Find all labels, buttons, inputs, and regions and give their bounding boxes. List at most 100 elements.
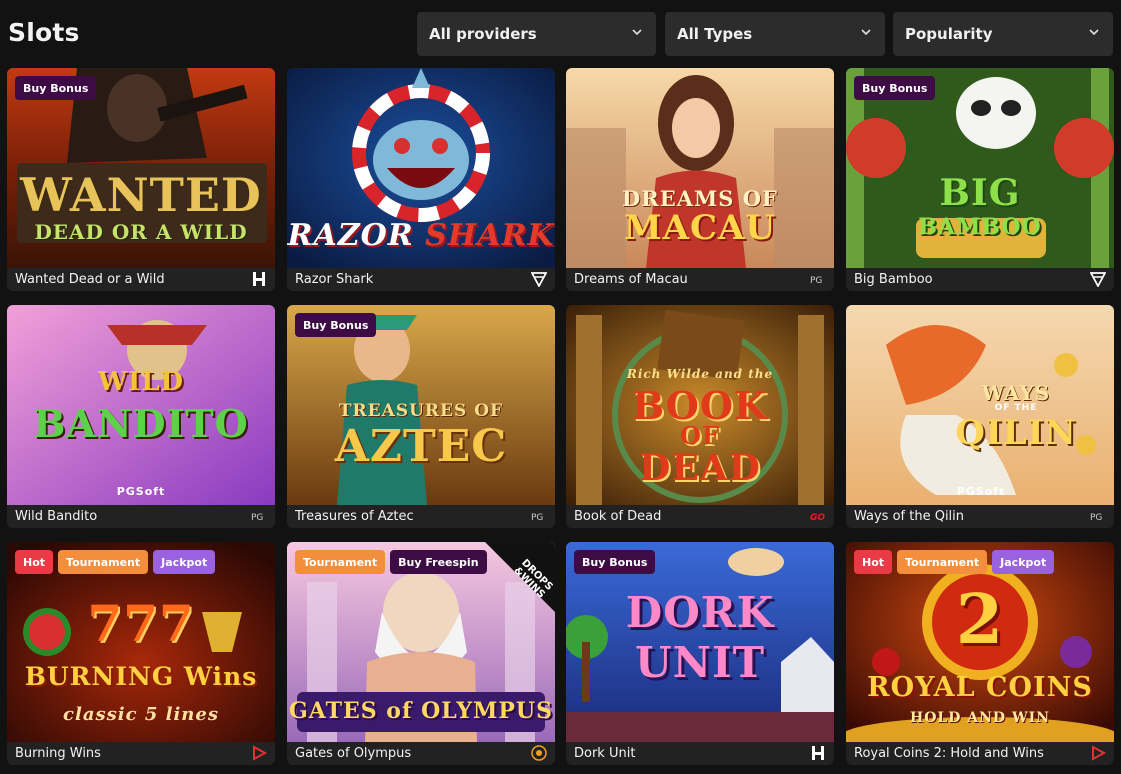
svg-text:PG: PG — [810, 276, 822, 286]
pg-soft-icon: PG — [251, 513, 263, 523]
badges: Hot Tournament Jackpot — [854, 550, 1055, 574]
hot-badge: Hot — [854, 550, 893, 574]
game-card-dork-unit[interactable]: DORK UNIT Buy Bonus Dork Unit — [566, 542, 834, 765]
buy-bonus-badge: Buy Bonus — [295, 313, 377, 337]
game-logo-subtitle: HOLD AND WIN — [909, 710, 1051, 726]
pg-soft-icon: PG — [1090, 513, 1102, 523]
game-logo-text: BURNING Wins — [24, 662, 258, 691]
game-logo-text: GATES of OLYMPUS — [288, 698, 554, 724]
sort-dropdown[interactable]: Popularity — [893, 12, 1113, 56]
game-logo-caption: Rich Wilde and the — [626, 367, 774, 381]
game-logo-777: 777 — [87, 594, 195, 653]
badges: Buy Bonus — [15, 76, 97, 100]
game-card-razor-shark[interactable]: RAZOR SHARK Razor Shark — [287, 68, 555, 291]
types-filter-label: All Types — [677, 25, 753, 43]
buy-bonus-badge: Buy Bonus — [854, 76, 936, 100]
types-filter-dropdown[interactable]: All Types — [665, 12, 885, 56]
game-card-treasures-of-aztec[interactable]: TREASURES OF AZTEC Buy Bonus Treasures o… — [287, 305, 555, 528]
game-logo-subtitle: classic 5 lines — [63, 704, 219, 725]
svg-text:PG: PG — [1090, 513, 1102, 523]
game-logo-text: BIG — [939, 172, 1021, 214]
buy-bonus-badge: Buy Bonus — [15, 76, 97, 100]
providers-filter-dropdown[interactable]: All providers — [417, 12, 656, 56]
game-logo-text: WANTED — [20, 168, 262, 222]
game-card-big-bamboo[interactable]: BIG BAMBOO Buy Bonus Big Bamboo — [846, 68, 1114, 291]
game-title: Wild Bandito — [7, 505, 275, 528]
pg-soft-icon: PG — [810, 276, 822, 286]
playson-icon — [253, 745, 267, 761]
game-logo-text: DORK — [625, 588, 775, 637]
tournament-badge: Tournament — [58, 550, 149, 574]
tournament-badge: Tournament — [295, 550, 386, 574]
game-logo-subtitle: DEAD — [639, 447, 761, 489]
pgsoft-watermark: PGSoft — [116, 485, 166, 498]
badges: Hot Tournament Jackpot — [15, 550, 216, 574]
game-logo-subtitle: QILIN — [955, 413, 1077, 453]
game-logo-subtitle: DEAD OR A WILD — [34, 220, 248, 244]
playson-icon — [1092, 745, 1106, 761]
game-logo-subtitle: BANDITO — [33, 401, 249, 446]
game-title: Ways of the Qilin — [846, 505, 1114, 528]
game-card-wanted-dead-or-a-wild[interactable]: WANTED DEAD OR A WILD Buy Bonus Wanted D… — [7, 68, 275, 291]
game-card-wild-bandito[interactable]: WILD BANDITO PGSoft Wild Bandito PG — [7, 305, 275, 528]
chevron-down-icon — [861, 29, 871, 36]
chevron-down-icon — [1089, 29, 1099, 36]
game-logo-text: TREASURES OF — [338, 401, 504, 421]
game-title: Gates of Olympus — [287, 742, 555, 765]
game-title: Dork Unit — [566, 742, 834, 765]
badges: Tournament Buy Freespin — [295, 550, 487, 574]
logo-word-1: RAZOR — [287, 218, 414, 253]
buy-bonus-badge: Buy Bonus — [574, 550, 656, 574]
game-title: Book of Dead — [566, 505, 834, 528]
game-logo-subtitle: BAMBOO — [918, 214, 1042, 240]
hacksaw-icon — [253, 272, 265, 286]
page-title: Slots — [8, 18, 80, 47]
game-logo-text: WAYS — [981, 381, 1051, 405]
push-gaming-icon — [531, 272, 547, 287]
jackpot-badge: Jackpot — [992, 550, 1055, 574]
svg-text:PG: PG — [531, 513, 543, 523]
badges: Buy Bonus — [854, 76, 936, 100]
tournament-badge: Tournament — [897, 550, 988, 574]
chevron-down-icon — [632, 29, 642, 36]
pg-soft-icon: PG — [531, 513, 543, 523]
game-title: Big Bamboo — [846, 268, 1114, 291]
hot-badge: Hot — [15, 550, 54, 574]
game-logo-number: 2 — [955, 580, 1005, 660]
game-logo-text: RAZOR SHARK — [287, 218, 555, 253]
game-logo-text: ROYAL COINS — [867, 672, 1093, 703]
game-card-book-of-dead[interactable]: Rich Wilde and the BOOK OF DEAD Book of … — [566, 305, 834, 528]
play-n-go-icon: GO — [810, 513, 825, 523]
game-title: Wanted Dead or a Wild — [7, 268, 275, 291]
badges: Buy Bonus — [574, 550, 656, 574]
hacksaw-icon — [812, 746, 824, 760]
game-logo-text: WILD — [97, 367, 185, 397]
logo-word-2: SHARK — [425, 218, 555, 253]
game-card-burning-wins[interactable]: 777 BURNING Wins classic 5 lines Hot Tou… — [7, 542, 275, 765]
badges: Buy Bonus — [295, 313, 377, 337]
game-logo-subtitle: MACAU — [623, 208, 777, 248]
pragmatic-play-icon — [531, 745, 547, 761]
game-title: Treasures of Aztec — [287, 505, 555, 528]
game-title: Burning Wins — [7, 742, 275, 765]
game-card-gates-of-olympus[interactable]: DROPS &WINS GATES of OLYMPUS Tournament … — [287, 542, 555, 765]
game-logo-subtitle: AZTEC — [334, 421, 508, 472]
page-header: Slots All providers All Types Popularity — [0, 0, 1121, 60]
game-title: Razor Shark — [287, 268, 555, 291]
game-card-royal-coins-2[interactable]: 2 ROYAL COINS HOLD AND WIN Hot Tournamen… — [846, 542, 1114, 765]
game-title: Royal Coins 2: Hold and Wins — [846, 742, 1114, 765]
game-card-ways-of-the-qilin[interactable]: WAYS OF THE QILIN PGSoft Ways of the Qil… — [846, 305, 1114, 528]
game-logo-of: OF — [680, 421, 720, 450]
push-gaming-icon — [1090, 272, 1106, 287]
svg-text:GO: GO — [810, 513, 825, 523]
game-card-dreams-of-macau[interactable]: DREAMS OF MACAU Dreams of Macau PG — [566, 68, 834, 291]
game-logo-subtitle: UNIT — [635, 638, 765, 687]
providers-filter-label: All providers — [429, 25, 537, 43]
jackpot-badge: Jackpot — [153, 550, 216, 574]
game-title: Dreams of Macau — [566, 268, 834, 291]
svg-text:PG: PG — [251, 513, 263, 523]
pgsoft-watermark: PGSoft — [956, 485, 1006, 498]
buy-freespin-badge: Buy Freespin — [390, 550, 487, 574]
game-logo-of: OF THE — [994, 403, 1038, 413]
sort-label: Popularity — [905, 25, 993, 43]
